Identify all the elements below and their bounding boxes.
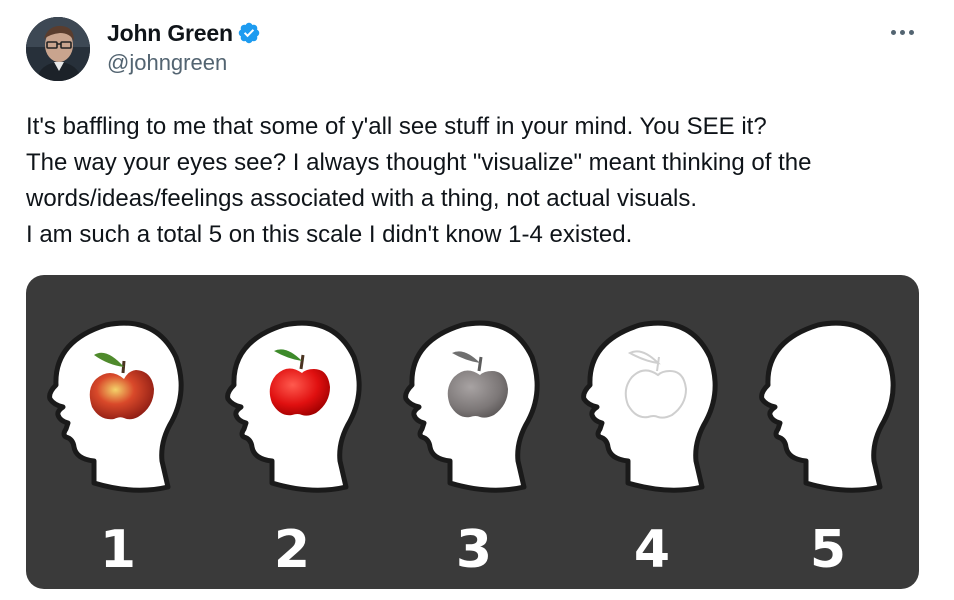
- scale-panel-2: 2: [228, 323, 360, 580]
- more-dot: [890, 29, 896, 35]
- scale-number-4: 4: [634, 520, 670, 580]
- author-info: John Green @johngreen: [107, 17, 261, 76]
- tweet-text-line: It's baffling to me that some of y'all s…: [26, 113, 767, 140]
- scale-number-5: 5: [810, 520, 846, 580]
- author-display-name[interactable]: John Green: [107, 20, 233, 47]
- author-handle[interactable]: @johngreen: [107, 50, 261, 76]
- tweet-text: It's baffling to me that some of y'all s…: [26, 109, 936, 253]
- scale-panel-5: 5: [762, 323, 894, 580]
- scale-panel-3: 3: [406, 323, 538, 580]
- scale-number-3: 3: [456, 520, 492, 580]
- author-name-row: John Green: [107, 17, 261, 49]
- scale-panel-4: 4: [584, 323, 716, 580]
- scale-number-1: 1: [100, 520, 136, 580]
- tweet-text-line: words/ideas/feelings associated with a t…: [26, 185, 698, 212]
- more-dot: [899, 29, 905, 35]
- tweet-card: John Green @johngreen It's baffling to m…: [0, 0, 954, 600]
- scale-panel-1: 1: [50, 323, 182, 580]
- user-avatar-photo: [26, 17, 90, 81]
- verified-badge-icon: [237, 21, 261, 45]
- more-options-icon[interactable]: [880, 20, 924, 44]
- tweet-media-image[interactable]: 1 2 3 4 5: [26, 275, 919, 589]
- tweet-text-line: The way your eyes see? I always thought …: [26, 149, 812, 176]
- tweet-text-line: I am such a total 5 on this scale I didn…: [26, 221, 633, 248]
- scale-number-2: 2: [274, 520, 310, 580]
- more-dot: [908, 29, 914, 35]
- aphantasia-scale-illustration: 1 2 3 4 5: [26, 275, 919, 580]
- author-avatar[interactable]: [26, 17, 90, 81]
